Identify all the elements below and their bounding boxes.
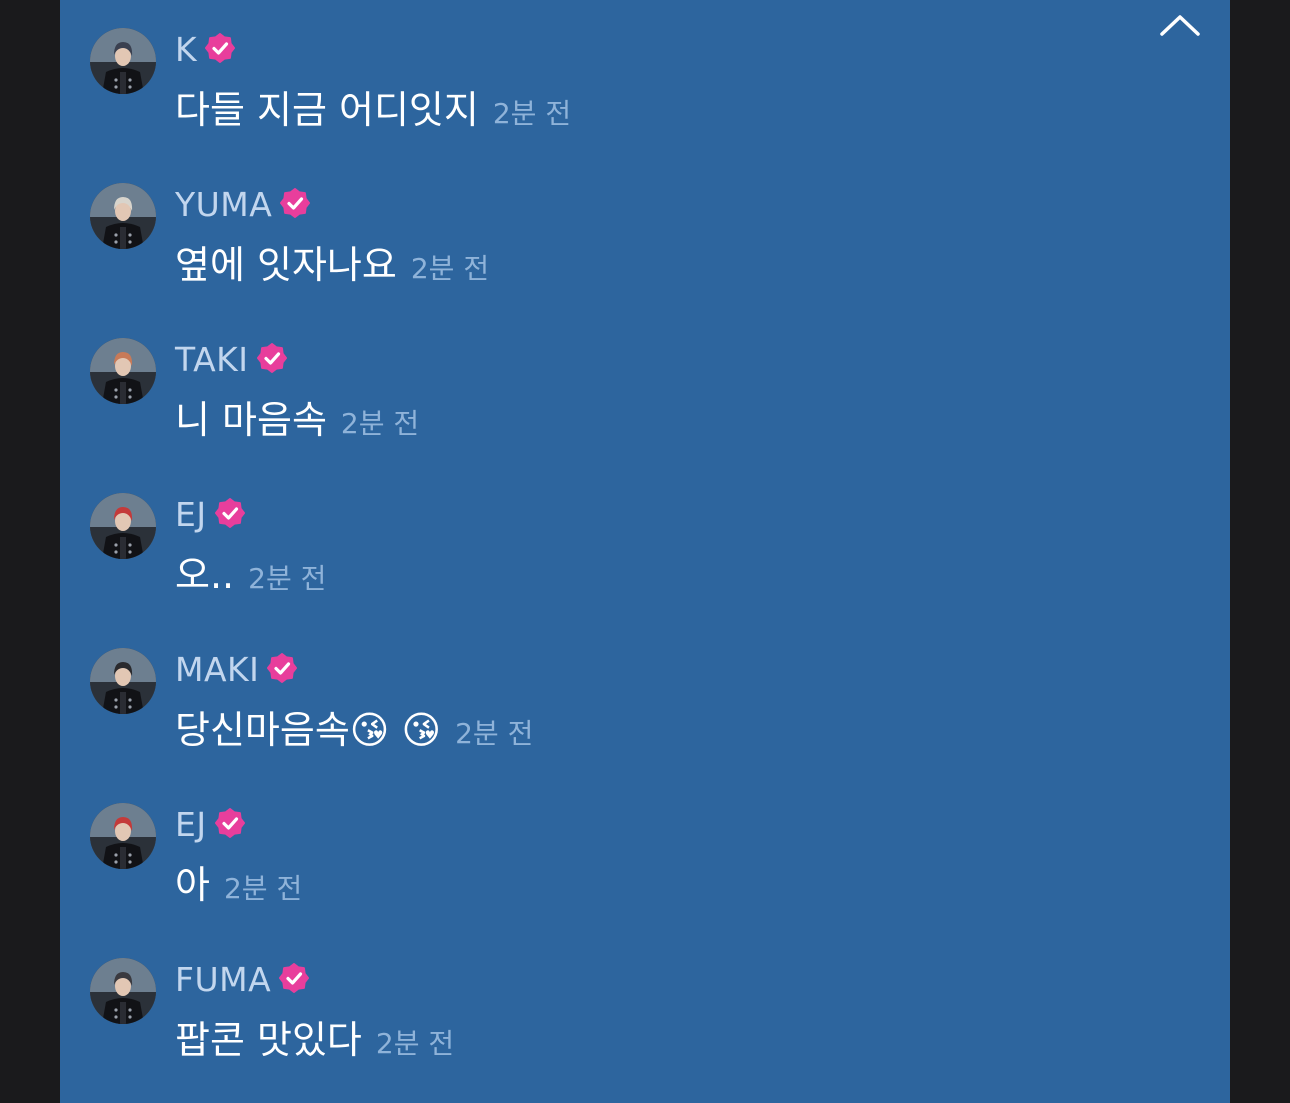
verified-badge-icon bbox=[267, 653, 298, 687]
avatar[interactable] bbox=[90, 648, 156, 714]
sender-row: MAKI bbox=[175, 650, 298, 690]
message-body-row: 오.. 2분 전 bbox=[175, 551, 326, 599]
verified-badge-icon bbox=[214, 498, 245, 532]
sender-row: YUMA bbox=[175, 185, 311, 225]
sender-name[interactable]: MAKI bbox=[175, 650, 259, 690]
avatar[interactable] bbox=[90, 803, 156, 869]
message-text: 팝콘 맛있다 bbox=[175, 1018, 362, 1062]
message-text: 아 bbox=[175, 863, 210, 907]
message-text: 다들 지금 어디잇지 bbox=[175, 88, 479, 132]
chat-message: YUMA 옆에 잇자나요 2분 전 bbox=[90, 155, 1190, 287]
chat-message: EJ 아 2분 전 bbox=[90, 775, 1190, 907]
message-text: 옆에 잇자나요 bbox=[175, 243, 397, 287]
message-text: 당신마음속😘 😘 bbox=[175, 708, 442, 752]
message-timestamp: 2분 전 bbox=[455, 717, 534, 750]
chat-panel: K 다들 지금 어디잇지 2분 전 YUMA 옆에 잇자나요 2분 전 TAKI 니 마음속 2… bbox=[60, 0, 1230, 1103]
message-body-row: 아 2분 전 bbox=[175, 861, 302, 909]
chat-message: FUMA 팝콘 맛있다 2분 전 bbox=[90, 930, 1190, 1062]
message-timestamp: 2분 전 bbox=[375, 1027, 455, 1060]
sender-name[interactable]: TAKI bbox=[175, 340, 249, 380]
avatar[interactable] bbox=[90, 183, 156, 249]
left-margin bbox=[0, 0, 60, 1103]
sender-row: TAKI bbox=[175, 340, 287, 380]
message-body-row: 니 마음속 2분 전 bbox=[175, 396, 419, 444]
message-body-row: 다들 지금 어디잇지 2분 전 bbox=[175, 86, 571, 134]
sender-name[interactable]: YUMA bbox=[175, 185, 272, 225]
sender-name[interactable]: EJ bbox=[175, 805, 207, 845]
verified-badge-icon bbox=[256, 343, 287, 377]
avatar[interactable] bbox=[90, 493, 156, 559]
message-timestamp: 2분 전 bbox=[223, 872, 303, 905]
message-timestamp: 2분 전 bbox=[410, 252, 490, 285]
message-timestamp: 2분 전 bbox=[492, 97, 572, 130]
message-body-row: 옆에 잇자나요 2분 전 bbox=[175, 241, 489, 289]
message-timestamp: 2분 전 bbox=[340, 407, 420, 440]
right-margin bbox=[1230, 0, 1290, 1103]
avatar[interactable] bbox=[90, 338, 156, 404]
chat-message: K 다들 지금 어디잇지 2분 전 bbox=[90, 0, 1190, 132]
avatar[interactable] bbox=[90, 958, 156, 1024]
verified-badge-icon bbox=[280, 188, 311, 222]
message-timestamp: 2분 전 bbox=[248, 562, 327, 595]
sender-row: K bbox=[175, 30, 236, 70]
sender-row: EJ bbox=[175, 805, 245, 845]
verified-badge-icon bbox=[214, 808, 245, 842]
verified-badge-icon bbox=[205, 33, 236, 67]
message-text: 오.. bbox=[175, 553, 235, 597]
message-body-row: 당신마음속😘 😘 2분 전 bbox=[175, 706, 533, 754]
sender-name[interactable]: K bbox=[175, 30, 197, 70]
sender-row: EJ bbox=[175, 495, 245, 535]
chat-message: MAKI 당신마음속😘 😘 2분 전 bbox=[90, 620, 1190, 752]
sender-name[interactable]: EJ bbox=[175, 495, 207, 535]
sender-name[interactable]: FUMA bbox=[175, 960, 271, 1000]
chat-message: EJ 오.. 2분 전 bbox=[90, 465, 1190, 597]
chat-message: TAKI 니 마음속 2분 전 bbox=[90, 310, 1190, 442]
message-text: 니 마음속 bbox=[175, 398, 327, 442]
verified-badge-icon bbox=[279, 963, 310, 997]
message-body-row: 팝콘 맛있다 2분 전 bbox=[175, 1016, 454, 1064]
sender-row: FUMA bbox=[175, 960, 310, 1000]
avatar[interactable] bbox=[90, 28, 156, 94]
